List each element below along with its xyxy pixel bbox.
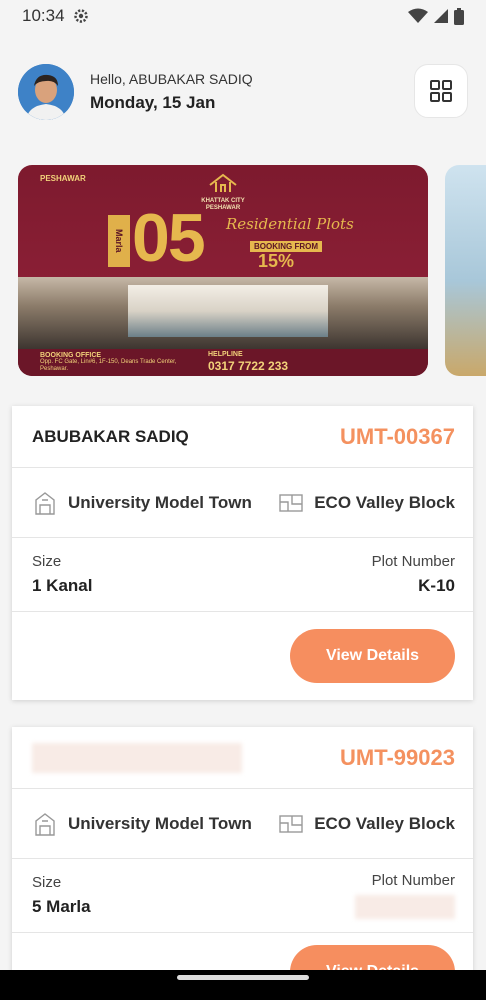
banner-marla-tag: Marla [108,215,130,267]
status-time: 10:34 [22,6,65,25]
banner-villa-image [128,285,328,337]
society-building-icon [35,812,55,836]
banner-city: PESHAWAR [40,174,86,183]
society-item: University Model Town [32,490,252,516]
plot-number-label: Plot Number [371,553,455,570]
status-icons [408,7,464,25]
menu-grid-button[interactable] [414,64,468,118]
banner-script-text: Residential Plots [226,215,354,233]
banner-footer: BOOKING OFFICE Opp. FC Gate, Lin#6, 1F-1… [18,349,428,376]
society-item: University Model Town [32,811,252,837]
plot-number-col: Plot Number K-10 [372,553,455,596]
size-col: Size 1 Kanal [32,553,92,596]
banner-big-number: 05 [132,200,206,276]
avatar[interactable] [18,64,74,120]
society-building-icon [35,491,55,515]
profile-photo [18,64,74,120]
map-block-icon [279,814,303,833]
current-date: Monday, 15 Jan [90,93,216,112]
banner-house-image [18,277,428,349]
battery-icon [454,7,464,25]
plot-number-redacted [355,895,455,919]
size-col: Size 5 Marla [32,874,91,917]
banner-office-address: Opp. FC Gate, Lin#6, 1F-150, Deans Trade… [40,359,177,372]
size-value: 5 Marla [32,897,91,916]
greeting-block: Hello, ABUBAKAR SADIQ Monday, 15 Jan [90,71,253,113]
plot-number-label: Plot Number [371,872,455,889]
banner-logo: KHATTAK CITY PESHAWAR [198,173,248,212]
banner-logo-text: KHATTAK CITY PESHAWAR [201,198,245,211]
size-label: Size [32,553,62,570]
system-nav-bar [0,970,486,1000]
plot-card-header: UMT-99023 [12,727,473,789]
header: Hello, ABUBAKAR SADIQ Monday, 15 Jan [18,62,468,122]
plot-id: UMT-99023 [340,744,455,770]
promo-banner[interactable]: PESHAWAR KHATTAK CITY PESHAWAR Marla 05 … [18,165,428,376]
plot-card: UMT-99023 University Model Town ECO Vall… [12,727,473,999]
grid-icon [430,80,452,102]
banner-office: BOOKING OFFICE Opp. FC Gate, Lin#6, 1F-1… [40,352,190,373]
promo-banner-next[interactable] [445,165,486,376]
settings-gear-icon [73,9,88,23]
map-block-icon [279,493,303,512]
view-details-button[interactable]: View Details [290,629,455,683]
block-name: ECO Valley Block [314,492,455,512]
block-name: ECO Valley Block [314,813,455,833]
button-row: View Details [12,612,473,700]
home-gesture-handle[interactable] [177,975,309,980]
banner-office-title: BOOKING OFFICE [40,352,102,359]
size-label: Size [32,874,62,891]
house-logo-icon [209,173,237,192]
plot-number-value: K-10 [418,576,455,595]
signal-icon [434,9,448,23]
plot-card-header: ABUBAKAR SADIQ UMT-00367 [12,406,473,468]
owner-name: ABUBAKAR SADIQ [32,426,189,446]
owner-name-redacted [32,742,242,773]
banner-helpline-label: HELPLINE [208,351,243,358]
location-row: University Model Town ECO Valley Block [12,468,473,538]
block-item: ECO Valley Block [278,490,455,516]
plot-number-col: Plot Number [355,872,455,919]
banner-percent: 15% [258,251,295,271]
society-name: University Model Town [68,492,252,512]
society-name: University Model Town [68,813,252,833]
banner-helpline-number: 0317 7722 233 [208,359,289,373]
size-row: Size 5 Marla Plot Number [12,859,473,933]
location-row: University Model Town ECO Valley Block [12,789,473,859]
plot-card: ABUBAKAR SADIQ UMT-00367 University Mode… [12,406,473,700]
status-bar: 10:34 [0,0,486,32]
wifi-icon [408,8,428,23]
block-item: ECO Valley Block [278,811,455,837]
plot-id: UMT-00367 [340,423,455,449]
size-value: 1 Kanal [32,576,93,595]
greeting-text: Hello, ABUBAKAR SADIQ [90,71,253,87]
size-row: Size 1 Kanal Plot Number K-10 [12,538,473,612]
